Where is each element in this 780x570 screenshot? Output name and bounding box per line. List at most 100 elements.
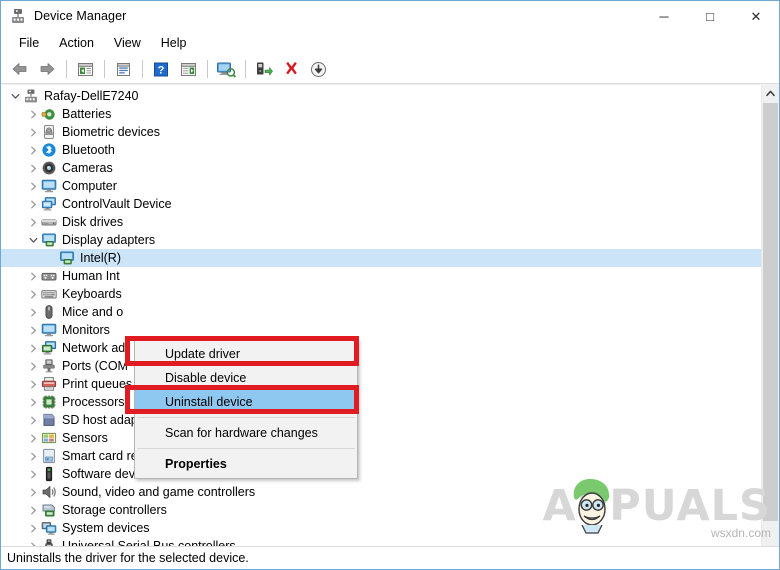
status-text: Uninstalls the driver for the selected d… (7, 551, 249, 565)
tree-node-universal-serial-bus-controllers[interactable]: Universal Serial Bus controllers (1, 537, 762, 546)
chevron-right-icon[interactable] (25, 106, 41, 122)
back-icon[interactable] (7, 57, 33, 81)
menu-file[interactable]: File (9, 33, 49, 53)
camera-icon (41, 160, 57, 176)
tree-root-node[interactable]: Rafay-DellE7240 (1, 87, 762, 105)
tree-node-controlvault-device[interactable]: ControlVault Device (1, 195, 762, 213)
tree-node-computer[interactable]: Computer (1, 177, 762, 195)
maximize-button[interactable]: □ (687, 1, 733, 31)
chevron-right-icon[interactable] (25, 376, 41, 392)
menu-view[interactable]: View (104, 33, 151, 53)
tree-node-ports-com[interactable]: Ports (COM (1, 357, 762, 375)
chevron-right-icon[interactable] (25, 196, 41, 212)
tree-node-network-ad[interactable]: Network ad (1, 339, 762, 357)
context-menu[interactable]: Update driver Disable device Uninstall d… (134, 339, 358, 479)
ctx-properties[interactable]: Properties (135, 452, 357, 476)
tree-node-label: Batteries (62, 107, 112, 121)
toolbar-separator-2 (104, 60, 105, 78)
title-bar: Device Manager ─ □ ✕ (1, 1, 779, 31)
chevron-right-icon[interactable] (25, 412, 41, 428)
tree-node-label: Mice and o (62, 305, 124, 319)
chevron-right-icon[interactable] (25, 268, 41, 284)
chevron-right-icon[interactable] (25, 394, 41, 410)
monitor-icon (41, 322, 57, 338)
chevron-right-icon[interactable] (25, 538, 41, 546)
chevron-right-icon[interactable] (25, 214, 41, 230)
chevron-right-icon[interactable] (25, 502, 41, 518)
chevron-right-icon[interactable] (25, 322, 41, 338)
tree-root-label: Rafay-DellE7240 (44, 89, 139, 103)
chevron-right-icon[interactable] (25, 358, 41, 374)
chevron-right-icon[interactable] (25, 160, 41, 176)
tree-node-batteries[interactable]: Batteries (1, 105, 762, 123)
help-icon[interactable]: ? (148, 57, 174, 81)
show-hide-action-pane-icon[interactable] (175, 57, 201, 81)
forward-icon[interactable] (34, 57, 60, 81)
properties-icon[interactable] (110, 57, 136, 81)
tree-node-human-int[interactable]: Human Int (1, 267, 762, 285)
tree-node-disk-drives[interactable]: Disk drives (1, 213, 762, 231)
chevron-right-icon[interactable] (25, 340, 41, 356)
tree-node-display-adapters[interactable]: Display adapters (1, 231, 762, 249)
chevron-right-icon[interactable] (25, 286, 41, 302)
ctx-update-driver[interactable]: Update driver (135, 342, 357, 366)
chevron-right-icon[interactable] (25, 430, 41, 446)
chevron-down-icon[interactable] (25, 232, 41, 248)
toolbar: ? (1, 55, 779, 84)
tree-node-smart-card-readers[interactable]: Smart card readers (1, 447, 762, 465)
scan-for-hardware-changes-icon[interactable] (213, 57, 239, 81)
tree-node-print-queues[interactable]: Print queues (1, 375, 762, 393)
tree-node-intel-r[interactable]: Intel(R) (1, 249, 762, 267)
controlvault-icon (41, 196, 57, 212)
computer-root-icon (23, 88, 39, 104)
chevron-right-icon[interactable] (25, 178, 41, 194)
tree-node-label: Sensors (62, 431, 108, 445)
tree-node-software-devices[interactable]: Software devices (1, 465, 762, 483)
tree-node-storage-controllers[interactable]: Storage controllers (1, 501, 762, 519)
device-manager-window: Device Manager ─ □ ✕ File Action View He… (0, 0, 780, 570)
ctx-scan-hardware-changes[interactable]: Scan for hardware changes (135, 421, 357, 445)
scroll-up-arrow-icon[interactable] (762, 85, 779, 102)
svg-text:?: ? (158, 64, 165, 76)
chevron-down-icon[interactable] (7, 88, 23, 104)
disable-device-icon[interactable] (305, 57, 331, 81)
menu-action[interactable]: Action (49, 33, 104, 53)
toolbar-separator-5 (245, 60, 246, 78)
chevron-right-icon[interactable] (25, 466, 41, 482)
menu-help[interactable]: Help (151, 33, 197, 53)
toolbar-separator-3 (142, 60, 143, 78)
tree-node-sensors[interactable]: Sensors (1, 429, 762, 447)
chevron-right-icon[interactable] (25, 484, 41, 500)
tree-node-monitors[interactable]: Monitors (1, 321, 762, 339)
tree-node-bluetooth[interactable]: Bluetooth (1, 141, 762, 159)
tree-node-list: Batteries Biometric devices Bluetooth Camer… (1, 105, 762, 546)
close-button[interactable]: ✕ (733, 1, 779, 31)
vertical-scrollbar[interactable] (761, 85, 779, 546)
tree-node-cameras[interactable]: Cameras (1, 159, 762, 177)
device-tree[interactable]: Rafay-DellE7240 Batteries Biometric devic… (1, 85, 762, 546)
chevron-right-icon[interactable] (25, 520, 41, 536)
update-driver-icon[interactable] (251, 57, 277, 81)
chevron-right-icon[interactable] (25, 304, 41, 320)
tree-node-system-devices[interactable]: System devices (1, 519, 762, 537)
storage-controller-icon (41, 502, 57, 518)
ctx-uninstall-device[interactable]: Uninstall device (135, 390, 357, 414)
tree-node-label: Intel(R) (80, 251, 121, 265)
tree-node-mice-and-o[interactable]: Mice and o (1, 303, 762, 321)
tree-node-sound-video-and-game-controllers[interactable]: Sound, video and game controllers (1, 483, 762, 501)
scrollbar-thumb[interactable] (763, 103, 778, 521)
uninstall-device-icon[interactable] (278, 57, 304, 81)
sd-host-icon (41, 412, 57, 428)
show-hide-console-tree-icon[interactable] (72, 57, 98, 81)
minimize-button[interactable]: ─ (641, 1, 687, 31)
chevron-right-icon[interactable] (25, 124, 41, 140)
tree-node-biometric-devices[interactable]: Biometric devices (1, 123, 762, 141)
tree-node-processors[interactable]: Processors (1, 393, 762, 411)
ctx-disable-device[interactable]: Disable device (135, 366, 357, 390)
tree-node-sd-host-adapters[interactable]: SD host adapters (1, 411, 762, 429)
monitor-icon (41, 178, 57, 194)
smartcard-icon (41, 448, 57, 464)
chevron-right-icon[interactable] (25, 448, 41, 464)
chevron-right-icon[interactable] (25, 142, 41, 158)
tree-node-keyboards[interactable]: Keyboards (1, 285, 762, 303)
